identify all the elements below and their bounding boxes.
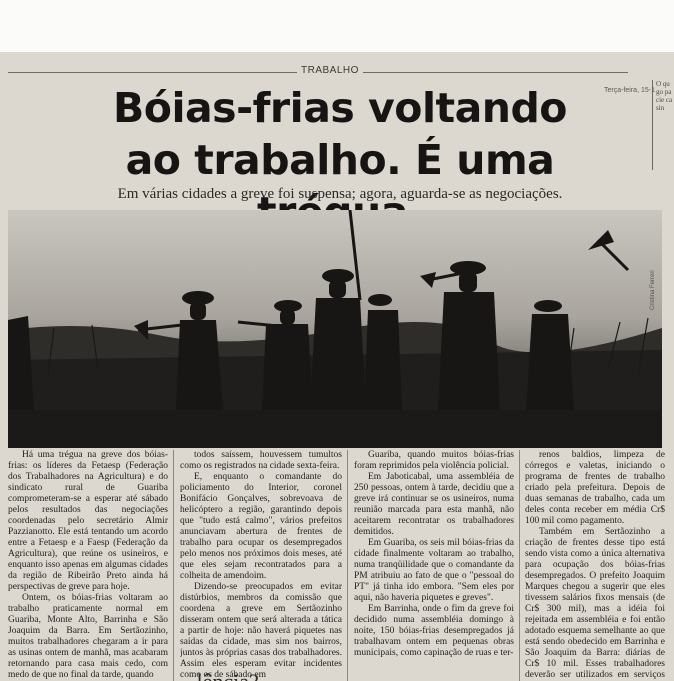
headline-line-1: Bóias-frias voltando bbox=[113, 84, 567, 132]
article-column-3: Guariba, quando muitos bóias-frias foram… bbox=[354, 450, 514, 681]
column-divider bbox=[347, 450, 348, 681]
article-column-1: Há uma trégua na greve dos bóias-frias: … bbox=[8, 450, 168, 681]
next-article-headline-fragment: ...lência? bbox=[180, 669, 259, 681]
paragraph: Em Barrinha, onde o fim da greve foi dec… bbox=[354, 604, 514, 658]
photo-credit: Cristina Ferreri bbox=[650, 270, 656, 310]
paragraph: renos baldios, limpeza de córregos e val… bbox=[525, 450, 665, 526]
subheadline: Em várias cidades a greve foi suspensa; … bbox=[117, 186, 563, 202]
paragraph: Dizendo-se preocupados em evitar distúrb… bbox=[180, 582, 342, 680]
paragraph: Também em Sertãozinho a criação de frent… bbox=[525, 527, 665, 680]
paragraph: Em Jaboticabal, uma assembléia de 250 pe… bbox=[354, 472, 514, 537]
paragraph: Guariba, quando muitos bóias-frias foram… bbox=[354, 450, 514, 471]
paragraph: Em Guariba, os seis mil bóias-frias da c… bbox=[354, 538, 514, 603]
paragraph: Ontem, os bóias-frias voltaram ao trabal… bbox=[8, 593, 168, 680]
column-divider bbox=[519, 450, 520, 681]
adjacent-column-fragment: O qu go pa cie ca sin bbox=[652, 80, 674, 170]
paragraph: E, enquanto o comandante do policiamento… bbox=[180, 472, 342, 581]
news-photo bbox=[8, 210, 662, 448]
photo-illustration bbox=[8, 210, 662, 448]
column-divider bbox=[173, 450, 174, 681]
newspaper-page: TRABALHO Terça-feira, 15-1 O qu go pa ci… bbox=[0, 52, 674, 681]
article-column-4: renos baldios, limpeza de córregos e val… bbox=[525, 450, 665, 681]
article-column-2: todos saíssem, houvessem tumultos como o… bbox=[180, 450, 342, 681]
paragraph: Há uma trégua na greve dos bóias-frias: … bbox=[8, 450, 168, 592]
section-label: TRABALHO bbox=[297, 65, 363, 76]
paragraph: todos saíssem, houvessem tumultos como o… bbox=[180, 450, 342, 471]
